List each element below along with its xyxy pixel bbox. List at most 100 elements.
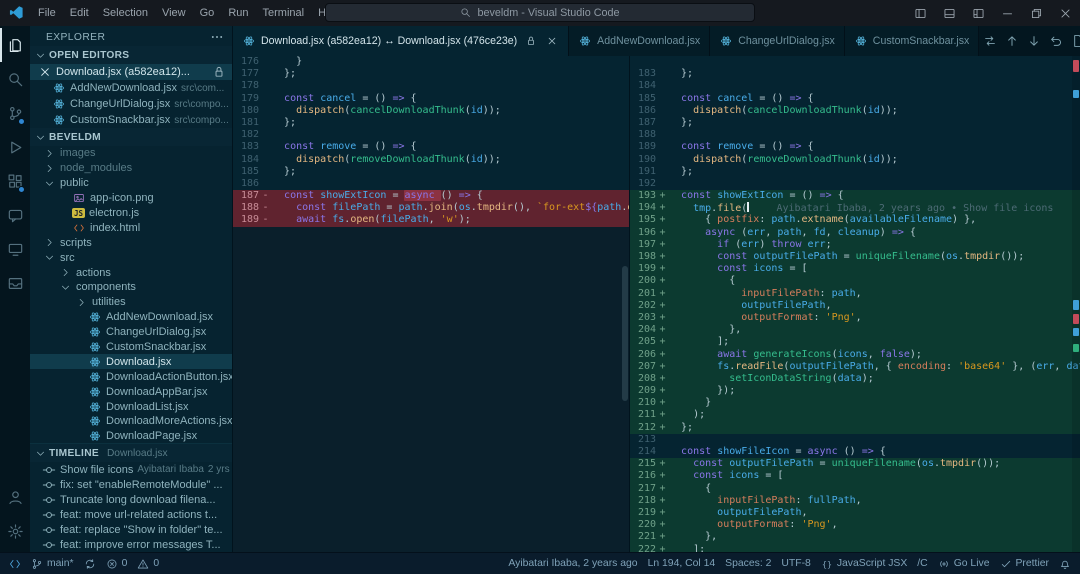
more-actions-icon[interactable] [210, 30, 224, 44]
code-line-183[interactable]: 183 const remove = () => { [233, 141, 629, 153]
timeline-item-fix-set-enableremotemodule[interactable]: fix: set "enableRemoteModule" ... [30, 477, 232, 492]
code-line-189[interactable]: 189 const remove = () => { [630, 141, 1080, 153]
left-scrollbar[interactable] [620, 56, 630, 552]
code-line-192[interactable]: 192 [630, 178, 1080, 190]
tree-folder-src[interactable]: src [30, 250, 232, 265]
tree-folder-images[interactable]: images [30, 146, 232, 161]
warning-count[interactable]: 0 [132, 553, 164, 574]
code-line-219[interactable]: 219+ outputFilePath, [630, 507, 1080, 519]
activity-item-accounts[interactable] [0, 480, 30, 514]
code-line-200[interactable]: 200+ { [630, 275, 1080, 287]
code-line-196[interactable]: 196+ async (err, path, fd, cleanup) => { [630, 227, 1080, 239]
notifications[interactable] [1054, 553, 1076, 574]
code-line-202[interactable]: 202+ outputFilePath, [630, 300, 1080, 312]
folder-section-header[interactable]: BEVELDM [30, 128, 232, 146]
tree-folder-public[interactable]: public [30, 176, 232, 191]
tree-file-downloadlist-jsx[interactable]: DownloadList.jsx [30, 399, 232, 414]
tree-file-customsnackbar-jsx[interactable]: CustomSnackbar.jsx [30, 340, 232, 355]
timeline-item-feat-move-url-related-actions-t[interactable]: feat: move url-related actions t... [30, 507, 232, 522]
activity-item-search[interactable] [0, 62, 30, 96]
tree-folder-node-modules[interactable]: node_modules [30, 161, 232, 176]
previous-change[interactable] [1001, 31, 1022, 52]
tree-file-downloadactionbutton-jsx[interactable]: DownloadActionButton.jsx [30, 369, 232, 384]
code-line-217[interactable]: 217+ { [630, 483, 1080, 495]
code-line-179[interactable]: 179 const cancel = () => { [233, 93, 629, 105]
activity-item-remote-explorer[interactable] [0, 232, 30, 266]
activity-item-extensions[interactable] [0, 164, 30, 198]
open-editor-download-jsx-a582ea12[interactable]: Download.jsx (a582ea12)... [30, 64, 232, 80]
code-line-201[interactable]: 201+ inputFilePath: path, [630, 288, 1080, 300]
scrollbar-thumb[interactable] [622, 266, 628, 401]
tab-changeurldialog-jsx[interactable]: ChangeUrlDialog.jsx [710, 26, 845, 56]
revert-change[interactable] [1045, 31, 1066, 52]
code-line-185[interactable]: 185 }; [233, 166, 629, 178]
code-line-177[interactable]: 177 }; [233, 68, 629, 80]
timeline-item-feat-replace-show-in-folder-te[interactable]: feat: replace "Show in folder" te... [30, 522, 232, 537]
code-line-207[interactable]: 207+ fs.readFile(outputFilePath, { encod… [630, 361, 1080, 373]
open-editors-header[interactable]: OPEN EDITORS [30, 46, 232, 64]
menu-item-edit[interactable]: Edit [63, 3, 96, 23]
gitlens-blame[interactable]: Ayibatari Ibaba, 2 years ago [503, 553, 642, 574]
menu-item-run[interactable]: Run [221, 3, 255, 23]
extension-indicator[interactable]: /C [912, 553, 932, 574]
close-small-icon[interactable] [545, 34, 559, 48]
code-line-191[interactable]: 191 }; [630, 166, 1080, 178]
code-line-199[interactable]: 199+ const icons = [ [630, 263, 1080, 275]
tree-file-download-jsx[interactable]: Download.jsx [30, 354, 232, 369]
code-line-181[interactable]: 181 }; [233, 117, 629, 129]
tree-folder-utilities[interactable]: utilities [30, 295, 232, 310]
activity-item-chat[interactable] [0, 198, 30, 232]
menu-item-go[interactable]: Go [193, 3, 222, 23]
next-change[interactable] [1023, 31, 1044, 52]
minimize-button[interactable] [993, 0, 1022, 26]
code-line-221[interactable]: 221+ }, [630, 531, 1080, 543]
code-line-204[interactable]: 204+ }, [630, 324, 1080, 336]
code-line-188[interactable]: 188 [630, 129, 1080, 141]
close-small-icon[interactable] [38, 65, 52, 79]
tree-folder-scripts[interactable]: scripts [30, 235, 232, 250]
code-line-182[interactable]: 182 [233, 129, 629, 141]
sync-changes[interactable] [79, 553, 101, 574]
activity-item-inbox[interactable] [0, 266, 30, 300]
code-line-185[interactable]: 185 const cancel = () => { [630, 93, 1080, 105]
code-line-208[interactable]: 208+ setIconDataString(data); [630, 373, 1080, 385]
code-line-211[interactable]: 211+ ); [630, 409, 1080, 421]
git-branch[interactable]: main* [26, 553, 79, 574]
activity-item-settings[interactable] [0, 514, 30, 548]
close-window-button[interactable] [1051, 0, 1080, 26]
code-line-176[interactable]: 176 } [233, 56, 629, 68]
code-line-186[interactable]: 186 dispatch(cancelDownloadThunk(id)); [630, 105, 1080, 117]
tab-addnewdownload-jsx[interactable]: AddNewDownload.jsx [569, 26, 710, 56]
code-line-206[interactable]: 206+ await generateIcons(icons, false); [630, 349, 1080, 361]
code-line-220[interactable]: 220+ outputFormat: 'Png', [630, 519, 1080, 531]
code-line-210[interactable]: 210+ } [630, 397, 1080, 409]
code-line-213[interactable]: 213 [630, 434, 1080, 446]
tab-customsnackbar-jsx[interactable]: CustomSnackbar.jsx [845, 26, 980, 56]
activity-item-run-and-debug[interactable] [0, 130, 30, 164]
code-line-189[interactable]: 189- await fs.open(filePath, 'w'); [233, 214, 629, 226]
indentation[interactable]: Spaces: 2 [720, 553, 776, 574]
restore-button[interactable] [1022, 0, 1051, 26]
remote-indicator[interactable] [4, 553, 26, 574]
command-center-search[interactable]: beveldm - Visual Studio Code [325, 3, 755, 22]
code-line-215[interactable]: 215+ const outputFilePath = uniqueFilena… [630, 458, 1080, 470]
code-line-205[interactable]: 205+ ]; [630, 336, 1080, 348]
toggle-sidebar-button[interactable] [906, 0, 935, 26]
code-line-184[interactable]: 184 [630, 80, 1080, 92]
open-file[interactable] [1067, 31, 1080, 52]
code-line-222[interactable]: 222+ ]; [630, 544, 1080, 553]
code-line-183[interactable]: 183 }; [630, 68, 1080, 80]
code-line-195[interactable]: 195+ { postfix: path.extname(availableFi… [630, 214, 1080, 226]
toggle-panel-button[interactable] [935, 0, 964, 26]
code-line-180[interactable]: 180 dispatch(cancelDownloadThunk(id)); [233, 105, 629, 117]
code-line-190[interactable]: 190 dispatch(removeDownloadThunk(id)); [630, 154, 1080, 166]
code-line-178[interactable]: 178 [233, 80, 629, 92]
tree-file-changeurldialog-jsx[interactable]: ChangeUrlDialog.jsx [30, 325, 232, 340]
diff-modified-pane[interactable]: 183 };184185 const cancel = () => {186 d… [630, 56, 1080, 552]
code-line-197[interactable]: 197+ if (err) throw err; [630, 239, 1080, 251]
tree-file-downloadpage-jsx[interactable]: DownloadPage.jsx [30, 429, 232, 443]
code-line-214[interactable]: 214 const showFileIcon = async () => { [630, 446, 1080, 458]
menu-item-file[interactable]: File [31, 3, 63, 23]
tree-file-downloadappbar-jsx[interactable]: DownloadAppBar.jsx [30, 384, 232, 399]
diff-original-pane[interactable]: 176 }177 };178179 const cancel = () => {… [233, 56, 630, 552]
